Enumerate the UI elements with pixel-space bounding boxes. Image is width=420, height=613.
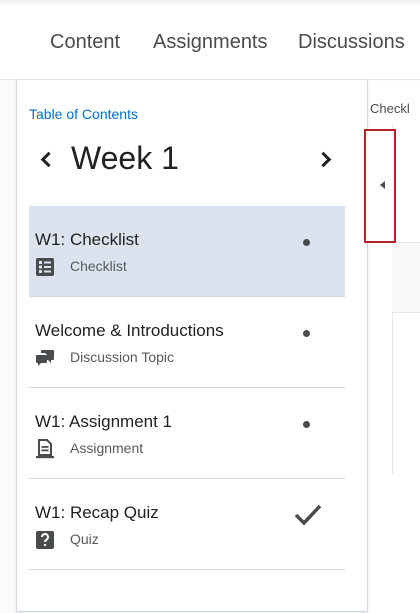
toc-item-title: W1: Assignment 1 <box>35 412 173 431</box>
toc-item-discussion[interactable]: Welcome & Introductions Discussion Topic <box>29 297 345 388</box>
toc-item-assignment[interactable]: W1: Assignment 1 Assignment <box>29 388 345 479</box>
content-topic-title: Checkl <box>370 101 410 116</box>
assignment-icon <box>36 439 54 459</box>
nav-link-content[interactable]: Content <box>50 31 120 54</box>
toc-item-type: Assignment <box>70 440 144 456</box>
toc-item-title: W1: Checklist <box>35 230 139 249</box>
chevron-left-icon <box>40 151 57 168</box>
nav-link-assignments[interactable]: Assignments <box>153 31 268 54</box>
completed-check-icon <box>294 504 322 526</box>
checklist-icon <box>36 258 54 276</box>
nav-link-discussions[interactable]: Discussions <box>298 31 405 54</box>
toc-item-type: Quiz <box>70 531 99 547</box>
toc-item-quiz[interactable]: W1: Recap Quiz Quiz <box>29 479 345 570</box>
app-stage: Content Assignments Discussions Checkl T… <box>0 0 420 613</box>
unread-dot-icon <box>303 421 310 428</box>
quiz-icon <box>36 531 54 549</box>
table-of-contents-link[interactable]: Table of Contents <box>29 106 138 122</box>
previous-week-button[interactable] <box>35 148 59 172</box>
toc-item-title: W1: Recap Quiz <box>35 503 159 522</box>
toc-item-type: Checklist <box>70 258 127 274</box>
content-placeholder-block <box>392 242 420 312</box>
discussion-icon <box>36 350 54 366</box>
module-title: Week 1 <box>71 140 179 176</box>
unread-dot-icon <box>303 239 310 246</box>
content-divider <box>392 242 420 243</box>
top-navigation-bar: Content Assignments Discussions <box>0 0 420 80</box>
collapse-panel-button[interactable] <box>364 129 396 243</box>
toc-item-title: Welcome & Introductions <box>35 321 224 340</box>
content-divider <box>392 312 420 313</box>
toc-item-checklist[interactable]: W1: Checklist Checklist <box>29 206 345 297</box>
next-week-button[interactable] <box>315 148 339 172</box>
unread-dot-icon <box>303 330 310 337</box>
nav-shadow <box>0 0 420 6</box>
table-of-contents-panel: Table of Contents Week 1 W1: Checklist C… <box>16 80 368 612</box>
chevron-right-icon <box>315 151 332 168</box>
caret-left-icon <box>380 181 385 189</box>
toc-item-type: Discussion Topic <box>70 349 175 365</box>
